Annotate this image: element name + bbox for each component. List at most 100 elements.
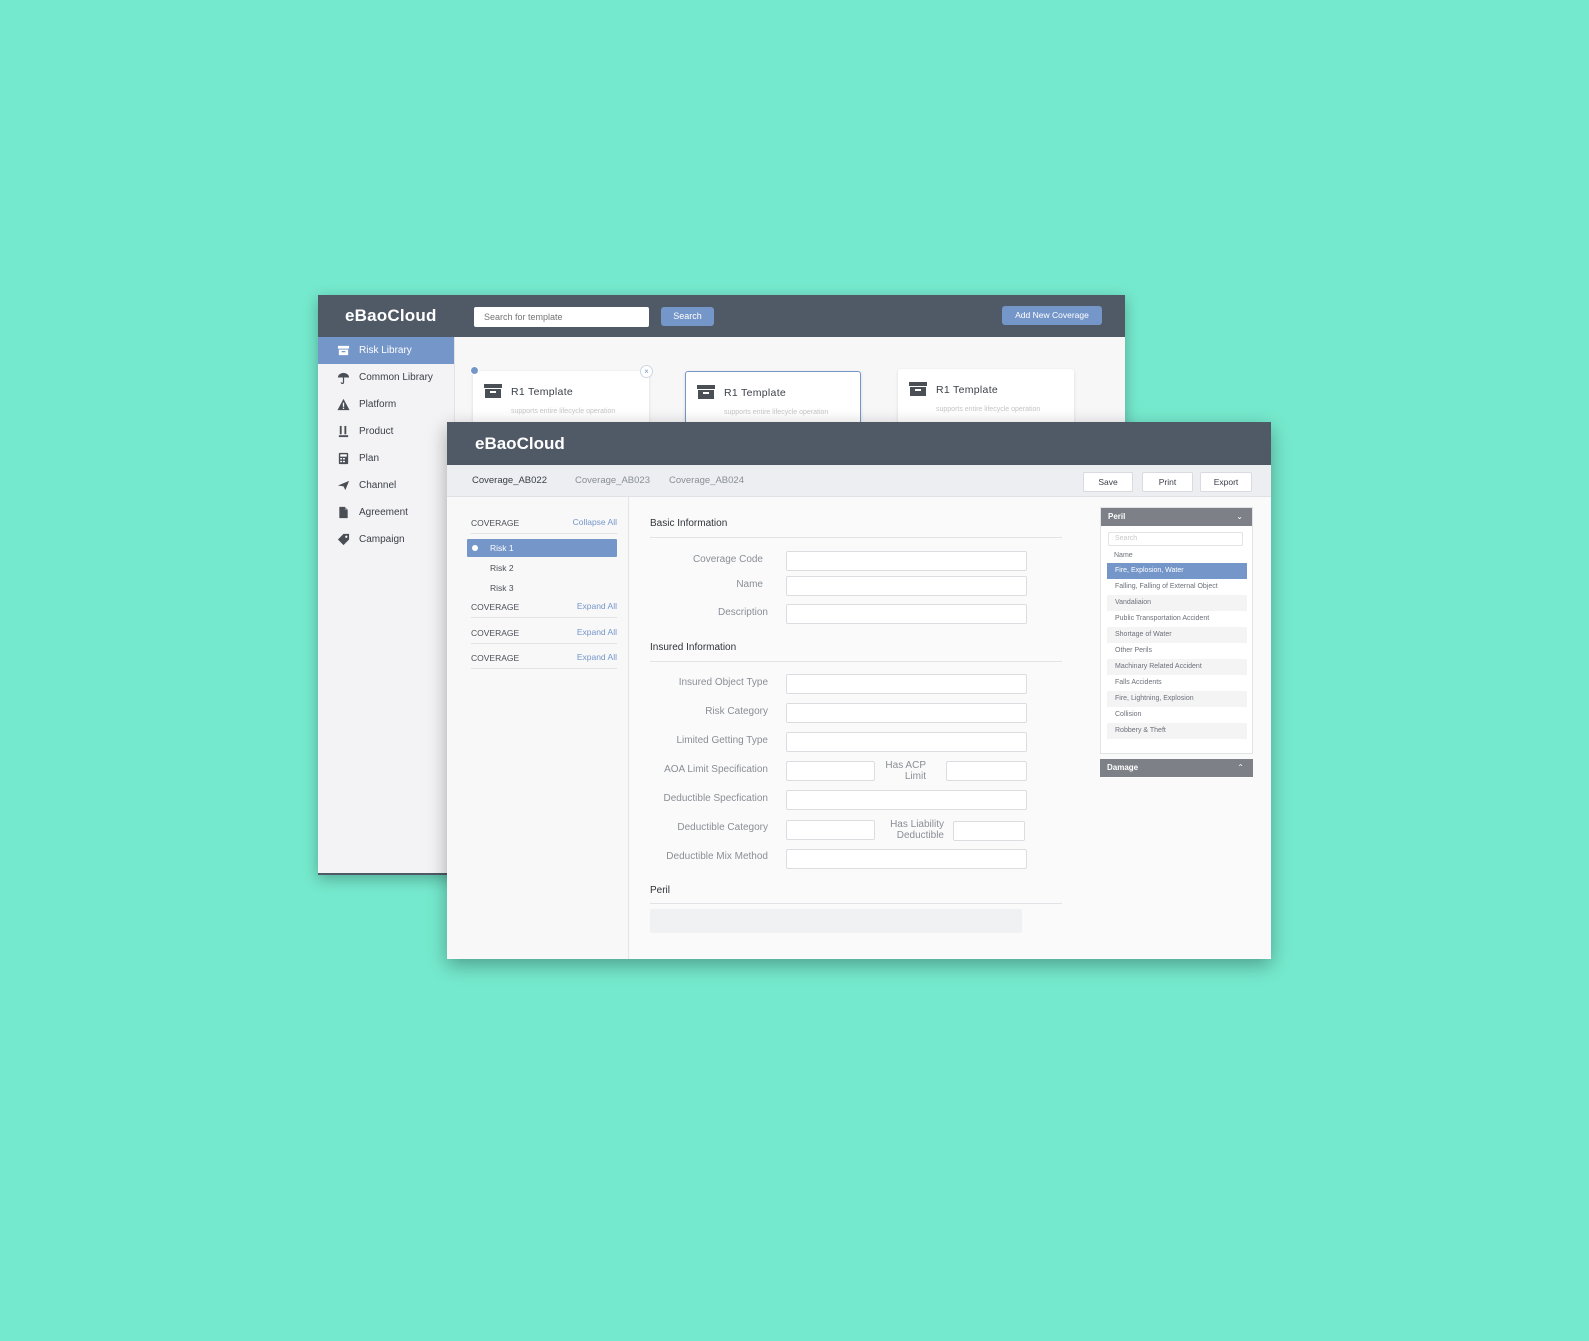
card-description: supports entire lifecycle operation — [936, 406, 1041, 413]
risk-item[interactable]: Risk 2 — [467, 559, 617, 577]
tab-coverage-ab024[interactable]: Coverage_AB024 — [669, 475, 744, 486]
damage-panel-header[interactable]: Damage ⌃ — [1100, 759, 1253, 777]
card-title: R1 Template — [936, 384, 999, 396]
coverage-code-field[interactable] — [786, 551, 1027, 571]
sidebar-item-label: Platform — [359, 399, 397, 410]
damage-panel-title: Damage — [1107, 763, 1139, 772]
sidebar-item-label: Plan — [359, 453, 380, 464]
expand-all-link[interactable]: Expand All — [577, 652, 617, 662]
peril-drop-area[interactable] — [650, 909, 1022, 933]
calculator-icon — [336, 452, 350, 466]
coverage-tree: COVERAGE Collapse All Risk 1 Risk 2 Risk… — [447, 497, 629, 959]
sidebar-item-label: Risk Library — [359, 345, 412, 356]
sidebar-item-label: Campaign — [359, 534, 405, 545]
deductible-spec-field[interactable] — [786, 790, 1027, 810]
divider — [650, 661, 1062, 662]
coverage-label: COVERAGE — [471, 518, 520, 528]
close-icon[interactable]: × — [640, 365, 653, 378]
peril-item[interactable]: Collision — [1107, 707, 1247, 723]
limited-getting-type-label: Limited Getting Type — [676, 735, 768, 746]
has-liability-deductible-label: Has Liability Deductible — [890, 819, 944, 841]
name-field[interactable] — [786, 576, 1027, 596]
add-new-coverage-button[interactable]: Add New Coverage — [1002, 306, 1102, 325]
template-card[interactable]: R1 Template supports entire lifecycle op… — [898, 369, 1074, 429]
coverage-label: COVERAGE — [471, 602, 520, 612]
has-acp-limit-label: Has ACP Limit — [885, 760, 926, 782]
peril-panel-header[interactable]: Peril ⌄ — [1101, 508, 1252, 526]
aoa-limit-label: AOA Limit Specification — [664, 764, 768, 775]
peril-item[interactable]: Fire, Lightning, Explosion — [1107, 691, 1247, 707]
chevron-up-icon: ⌃ — [1237, 763, 1244, 772]
sidebar-item-platform[interactable]: Platform — [318, 391, 454, 418]
selected-dot — [472, 545, 478, 551]
insured-object-type-field[interactable] — [786, 674, 1027, 694]
box-icon — [484, 383, 502, 399]
tag-icon — [336, 533, 350, 547]
search-button[interactable]: Search — [661, 307, 714, 326]
peril-item[interactable]: Falling, Falling of External Object — [1107, 579, 1247, 595]
coverage-group-header: COVERAGE Expand All — [471, 598, 617, 618]
has-acp-limit-field[interactable] — [946, 761, 1027, 781]
box-icon — [336, 344, 350, 358]
sidebar-item-product[interactable]: Product — [318, 418, 454, 445]
coverage-editor-window: eBaoCloud Coverage_AB022 Coverage_AB023 … — [447, 422, 1271, 959]
peril-item[interactable]: Falls Accidents — [1107, 675, 1247, 691]
risk-item[interactable]: Risk 3 — [467, 579, 617, 597]
aoa-limit-field[interactable] — [786, 761, 875, 781]
peril-item[interactable]: Fire, Explosion, Water — [1107, 563, 1247, 579]
limited-getting-type-field[interactable] — [786, 732, 1027, 752]
risk-label: Risk 3 — [490, 583, 514, 593]
sidebar-item-agreement[interactable]: Agreement — [318, 499, 454, 526]
tab-coverage-ab023[interactable]: Coverage_AB023 — [575, 475, 650, 486]
box-icon — [909, 381, 927, 397]
deductible-mix-field[interactable] — [786, 849, 1027, 869]
deductible-mix-label: Deductible Mix Method — [666, 851, 768, 862]
document-icon — [336, 506, 350, 520]
card-description: supports entire lifecycle operation — [724, 409, 829, 416]
expand-all-link[interactable]: Expand All — [577, 601, 617, 611]
deductible-category-field[interactable] — [786, 820, 875, 840]
description-field[interactable] — [786, 604, 1027, 624]
peril-item[interactable]: Robbery & Theft — [1107, 723, 1247, 739]
coverage-group-header: COVERAGE Expand All — [471, 624, 617, 644]
sidebar-item-risk-library[interactable]: Risk Library — [318, 337, 454, 364]
umbrella-icon — [336, 371, 350, 385]
peril-panel-title: Peril — [1108, 512, 1126, 521]
peril-item[interactable]: Public Transportation Accident — [1107, 611, 1247, 627]
library-panel: Peril ⌄ Search Name Fire, Explosion, Wat… — [1090, 497, 1271, 959]
peril-item[interactable]: Shortage of Water — [1107, 627, 1247, 643]
risk-category-field[interactable] — [786, 703, 1027, 723]
coverage-form: Basic Information Coverage Code Name Des… — [630, 497, 1090, 959]
tab-coverage-ab022[interactable]: Coverage_AB022 — [472, 475, 547, 486]
sidebar-item-common-library[interactable]: Common Library — [318, 364, 454, 391]
peril-item[interactable]: Other Perils — [1107, 643, 1247, 659]
sidebar-item-campaign[interactable]: Campaign — [318, 526, 454, 553]
risk-item[interactable]: Risk 1 — [467, 539, 617, 557]
peril-item[interactable]: Vandaliaion — [1107, 595, 1247, 611]
insured-object-type-label: Insured Object Type — [678, 677, 768, 688]
export-button[interactable]: Export — [1200, 472, 1252, 492]
print-button[interactable]: Print — [1142, 472, 1193, 492]
card-title: R1 Template — [724, 387, 787, 399]
card-description: supports entire lifecycle operation — [511, 408, 616, 415]
coverage-group-header: COVERAGE Expand All — [471, 649, 617, 669]
sidebar-item-plan[interactable]: Plan — [318, 445, 454, 472]
collapse-all-link[interactable]: Collapse All — [573, 517, 617, 527]
top-bar: eBaoCloud — [447, 422, 1271, 465]
save-button[interactable]: Save — [1083, 472, 1133, 492]
warning-icon — [336, 398, 350, 412]
peril-search-input[interactable]: Search — [1108, 532, 1243, 546]
expand-all-link[interactable]: Expand All — [577, 627, 617, 637]
product-icon — [336, 425, 350, 439]
description-label: Description — [717, 607, 768, 618]
chevron-down-icon: ⌄ — [1236, 512, 1243, 521]
sidebar: Risk Library Common Library Platform Pro… — [318, 337, 455, 875]
divider — [650, 537, 1062, 538]
damage-panel: Damage ⌃ — [1100, 759, 1253, 778]
sidebar-item-channel[interactable]: Channel — [318, 472, 454, 499]
has-liability-deductible-field[interactable] — [953, 821, 1025, 841]
peril-item[interactable]: Machinary Related Accident — [1107, 659, 1247, 675]
template-search-input[interactable] — [474, 307, 649, 327]
box-icon — [697, 384, 715, 400]
section-title-basic: Basic Information — [650, 518, 728, 529]
